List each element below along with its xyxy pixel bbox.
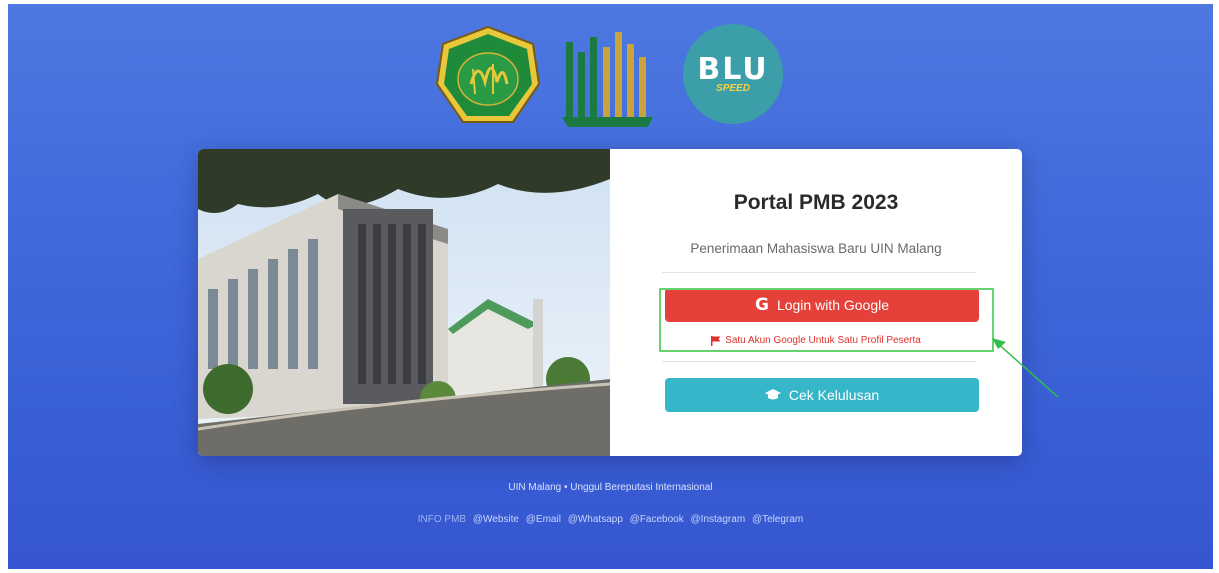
flag-icon: [711, 335, 721, 346]
login-form-panel: Portal PMB 2023 Penerimaan Mahasiswa Bar…: [610, 149, 1022, 456]
portal-title: Portal PMB 2023: [733, 191, 899, 214]
login-google-button[interactable]: G Login with Google: [665, 288, 979, 322]
footer-link-whatsapp[interactable]: @Whatsapp: [568, 514, 623, 525]
login-card: Portal PMB 2023 Penerimaan Mahasiswa Bar…: [198, 149, 1022, 456]
google-g-icon: G: [754, 295, 769, 315]
login-google-label: Login with Google: [776, 297, 890, 313]
blu-speed-logo: BLU SPEED: [683, 24, 783, 124]
cek-kelulusan-label: Cek Kelulusan: [788, 387, 880, 403]
campus-photo: [198, 149, 610, 456]
graduation-cap-icon: [764, 389, 781, 400]
footer-link-email[interactable]: @Email: [526, 514, 561, 525]
account-notice-text: Satu Akun Google Untuk Satu Profil Peser…: [725, 335, 921, 346]
footer-tagline: UIN Malang • Unggul Bereputasi Internasi…: [508, 482, 713, 493]
portal-subtitle: Penerimaan Mahasiswa Baru UIN Malang: [690, 241, 942, 256]
cek-kelulusan-button[interactable]: Cek Kelulusan: [665, 378, 979, 412]
footer-link-facebook[interactable]: @Facebook: [630, 514, 684, 525]
blu-logo-sub: SPEED: [716, 82, 750, 94]
footer-link-info-pmb[interactable]: INFO PMB: [418, 514, 466, 525]
footer-links: INFO PMB @Website @Email @Whatsapp @Face…: [8, 514, 1213, 525]
blu-logo-title: BLU: [697, 51, 769, 87]
footer-link-instagram[interactable]: @Instagram: [691, 514, 746, 525]
footer-link-telegram[interactable]: @Telegram: [752, 514, 803, 525]
calligraphy-logo: [562, 32, 653, 127]
divider-bottom: [662, 361, 976, 362]
page-background: BLU SPEED Portal PMB 2023 Penerimaan Mah…: [8, 4, 1213, 569]
footer-link-website[interactable]: @Website: [473, 514, 519, 525]
uin-malang-logo: [435, 25, 541, 123]
divider-top: [662, 272, 976, 273]
account-notice: Satu Akun Google Untuk Satu Profil Peser…: [610, 335, 1022, 346]
